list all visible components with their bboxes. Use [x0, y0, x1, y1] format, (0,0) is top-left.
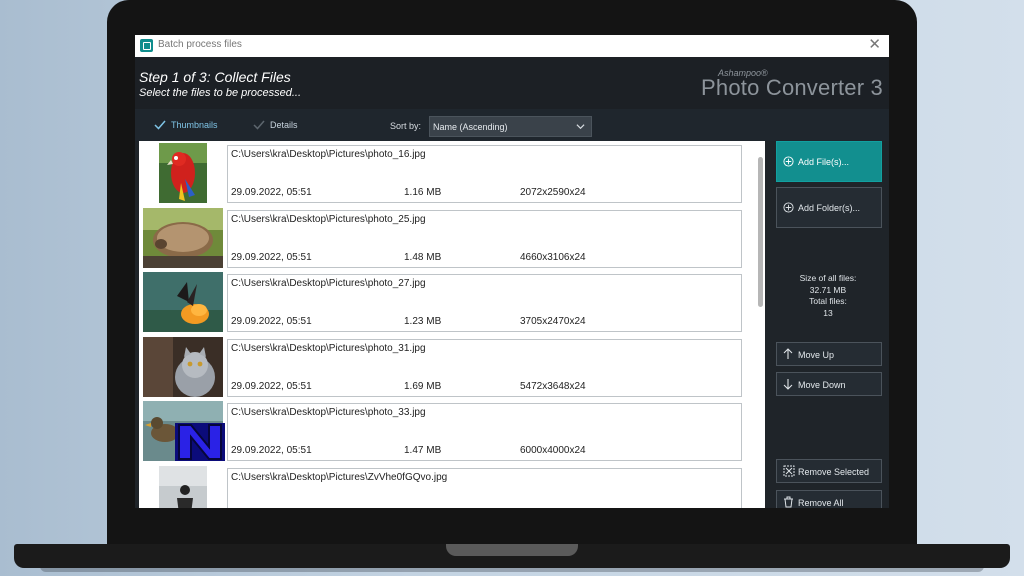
file-row[interactable]: C:\Users\kra\Desktop\Pictures\photo_25.j… — [139, 208, 765, 268]
step-title: Step 1 of 3: Collect Files — [139, 69, 291, 85]
file-card: C:\Users\kra\Desktop\Pictures\photo_33.j… — [227, 403, 742, 461]
thumbnail-image — [143, 272, 223, 332]
file-list[interactable]: C:\Users\kra\Desktop\Pictures\photo_16.j… — [139, 141, 765, 508]
file-dimensions: 4660x3106x24 — [520, 252, 586, 263]
file-card: C:\Users\kra\Desktop\Pictures\photo_27.j… — [227, 274, 742, 332]
wizard-header: Step 1 of 3: Collect Files Select the fi… — [135, 57, 889, 109]
file-card: C:\Users\kra\Desktop\Pictures\ZvVhe0fGQv… — [227, 468, 742, 508]
trash-icon — [784, 496, 793, 508]
file-path: C:\Users\kra\Desktop\Pictures\photo_16.j… — [231, 149, 426, 160]
move-up-button[interactable]: Move Up — [776, 342, 882, 366]
plus-circle-icon — [783, 156, 794, 167]
file-date: 29.09.2022, 05:51 — [231, 252, 312, 263]
file-dimensions: 2072x2590x24 — [520, 187, 586, 198]
file-date: 29.09.2022, 05:51 — [231, 445, 312, 456]
remove-all-label: Remove All — [798, 498, 844, 508]
file-row[interactable]: C:\Users\kra\Desktop\Pictures\photo_31.j… — [139, 337, 765, 397]
file-path: C:\Users\kra\Desktop\Pictures\photo_33.j… — [231, 407, 426, 418]
scrollbar-thumb[interactable] — [758, 157, 763, 307]
remove-all-button[interactable]: Remove All — [776, 490, 882, 508]
chevron-down-icon — [576, 124, 585, 130]
file-dimensions: 5472x3648x24 — [520, 381, 586, 392]
file-row[interactable]: C:\Users\kra\Desktop\Pictures\ZvVhe0fGQv… — [139, 466, 765, 508]
sort-dropdown[interactable]: Name (Ascending) — [429, 116, 592, 137]
add-files-button[interactable]: Add File(s)... — [776, 141, 882, 182]
view-toolbar: Thumbnails Details Sort by: Name (Ascend… — [135, 109, 889, 141]
file-row[interactable]: C:\Users\kra\Desktop\Pictures\photo_27.j… — [139, 272, 765, 332]
total-label: Total files: — [809, 296, 847, 306]
remove-selected-button[interactable]: Remove Selected — [776, 459, 882, 483]
check-icon — [253, 120, 265, 130]
file-date: 29.09.2022, 05:51 — [231, 381, 312, 392]
close-icon[interactable]: ✕ — [868, 36, 881, 54]
sort-value: Name (Ascending) — [433, 122, 508, 132]
file-size: 1.48 MB — [404, 252, 442, 263]
app-window: Batch process files ✕ Step 1 of 3: Colle… — [135, 35, 889, 508]
file-path: C:\Users\kra\Desktop\Pictures\photo_27.j… — [231, 278, 426, 289]
file-path: C:\Users\kra\Desktop\Pictures\ZvVhe0fGQv… — [231, 472, 448, 483]
app-icon — [140, 39, 153, 52]
file-size: 1.16 MB — [404, 187, 442, 198]
move-up-label: Move Up — [798, 350, 835, 360]
thumbnail-image — [143, 401, 227, 461]
window-title: Batch process files — [158, 39, 242, 50]
size-label: Size of all files: — [799, 273, 857, 283]
thumbnail-image — [159, 143, 207, 203]
total-value: 13 — [823, 308, 833, 318]
file-row[interactable]: C:\Users\kra\Desktop\Pictures\photo_33.j… — [139, 401, 765, 461]
file-dimensions: 6000x4000x24 — [520, 445, 586, 456]
remove-selected-label: Remove Selected — [798, 467, 870, 477]
arrow-up-icon — [783, 348, 793, 359]
add-files-label: Add File(s)... — [798, 157, 850, 167]
tab-details[interactable]: Details — [253, 120, 298, 130]
file-dimensions: 3705x2470x24 — [520, 316, 586, 327]
size-value: 32.71 MB — [809, 285, 847, 295]
thumbnail-image — [143, 208, 223, 268]
file-path: C:\Users\kra\Desktop\Pictures\photo_31.j… — [231, 343, 426, 354]
file-date: 29.09.2022, 05:51 — [231, 316, 312, 327]
file-card: C:\Users\kra\Desktop\Pictures\photo_25.j… — [227, 210, 742, 268]
file-row[interactable]: C:\Users\kra\Desktop\Pictures\photo_16.j… — [139, 143, 765, 203]
file-card: C:\Users\kra\Desktop\Pictures\photo_31.j… — [227, 339, 742, 397]
file-size: 1.23 MB — [404, 316, 442, 327]
file-card: C:\Users\kra\Desktop\Pictures\photo_16.j… — [227, 145, 742, 203]
move-down-label: Move Down — [798, 380, 846, 390]
move-down-button[interactable]: Move Down — [776, 372, 882, 396]
laptop-notch — [446, 544, 578, 556]
check-icon — [154, 120, 166, 130]
file-date: 29.09.2022, 05:51 — [231, 187, 312, 198]
file-size: 1.47 MB — [404, 445, 442, 456]
sort-label: Sort by: — [390, 121, 422, 131]
thumbnail-image — [143, 337, 223, 397]
thumbnail-image — [159, 466, 207, 508]
add-folder-button[interactable]: Add Folder(s)... — [776, 187, 882, 228]
add-folder-label: Add Folder(s)... — [798, 203, 861, 213]
action-panel: Add File(s)... Add Folder(s)... Size of … — [767, 141, 889, 508]
plus-circle-icon — [783, 202, 794, 213]
title-bar: Batch process files ✕ — [135, 35, 889, 57]
arrow-down-icon — [783, 379, 793, 390]
tab-thumbnails[interactable]: Thumbnails — [154, 120, 218, 130]
brand-product: Photo Converter 3 — [701, 75, 883, 100]
remove-selection-icon — [783, 465, 795, 477]
file-size: 1.69 MB — [404, 381, 442, 392]
file-path: C:\Users\kra\Desktop\Pictures\photo_25.j… — [231, 214, 426, 225]
step-subtitle: Select the files to be processed... — [139, 87, 302, 99]
